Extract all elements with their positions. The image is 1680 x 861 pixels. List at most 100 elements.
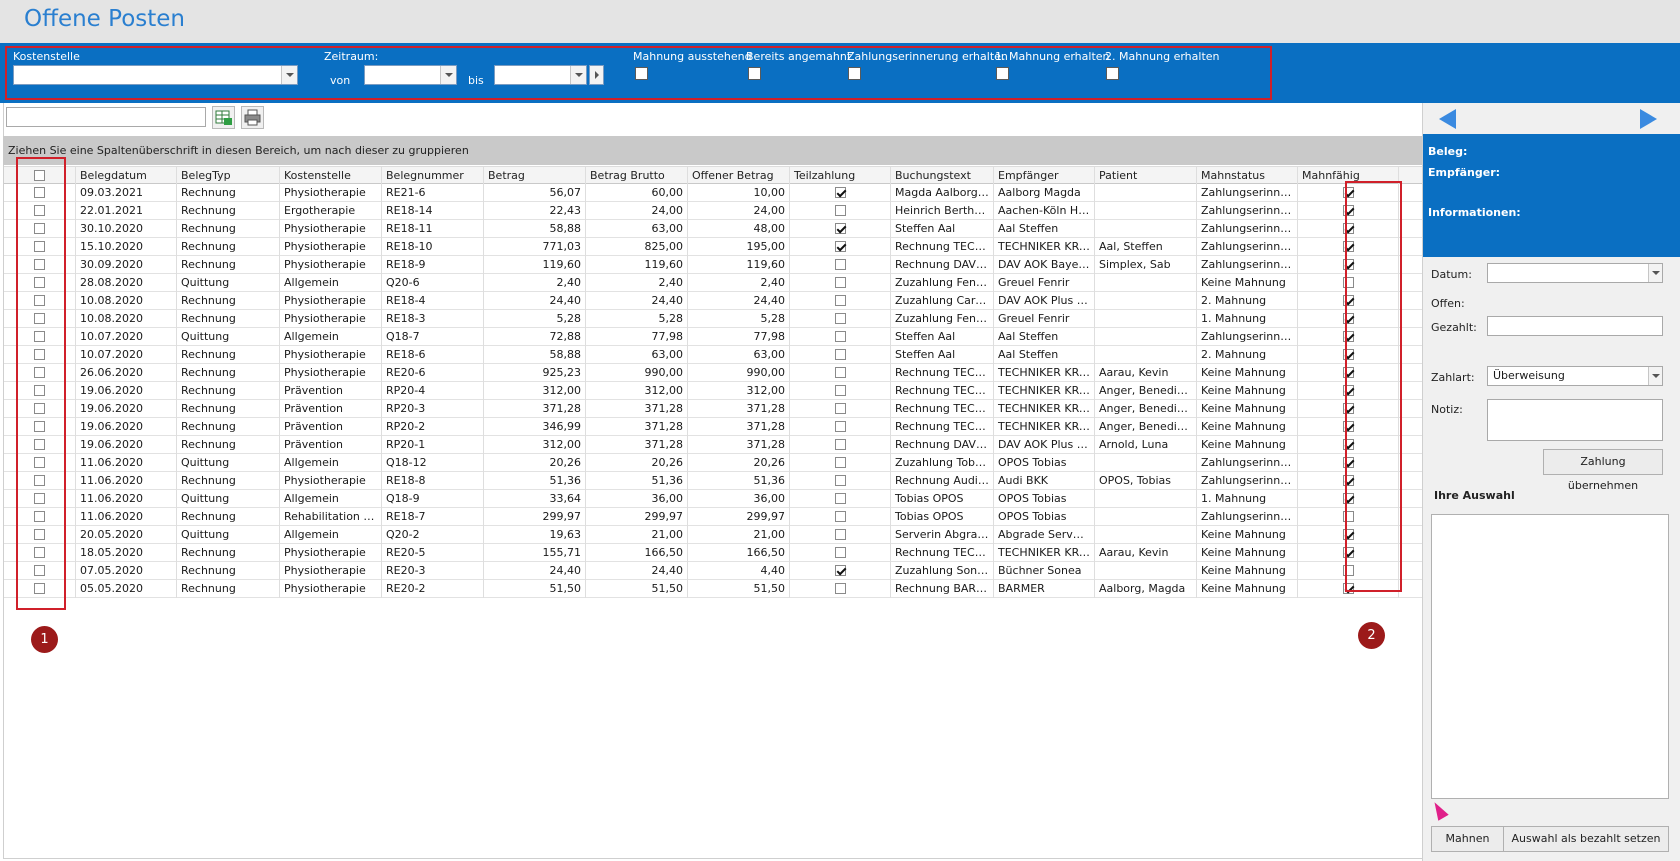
kostenstelle-combo[interactable] — [13, 65, 298, 85]
table-row[interactable]: 22.01.2021 Rechnung Ergotherapie RE18-14 22,… — [4, 202, 1422, 220]
teilzahlung-checkbox[interactable] — [834, 330, 846, 342]
table-row[interactable]: 10.07.2020 Rechnung Physiotherapie RE18-6 58… — [4, 346, 1422, 364]
von-label: von — [330, 74, 351, 87]
mahnen-button[interactable]: Mahnen — [1431, 826, 1504, 852]
column-header-empfaenger[interactable]: Empfänger — [994, 167, 1095, 185]
zahlart-combo[interactable]: Überweisung — [1487, 366, 1663, 386]
cell-teilzahlung — [790, 562, 891, 580]
filter-zahlungserinnerung-checkbox[interactable] — [848, 67, 861, 80]
grid-bottom-border — [3, 858, 1422, 859]
teilzahlung-checkbox[interactable] — [834, 276, 846, 288]
teilzahlung-checkbox[interactable] — [834, 582, 846, 594]
column-header-belegtyp[interactable]: BelegTyp — [177, 167, 280, 185]
cell-mahnstatus: Keine Mahnung — [1197, 562, 1298, 580]
table-row[interactable]: 10.08.2020 Rechnung Physiotherapie RE18-3 5,… — [4, 310, 1422, 328]
group-by-area[interactable]: Ziehen Sie eine Spaltenüberschrift in di… — [3, 136, 1422, 165]
table-row[interactable]: 15.10.2020 Rechnung Physiotherapie RE18-10 7… — [4, 238, 1422, 256]
table-row[interactable]: 30.09.2020 Rechnung Physiotherapie RE18-9 11… — [4, 256, 1422, 274]
selection-list[interactable] — [1431, 514, 1669, 799]
table-row[interactable]: 26.06.2020 Rechnung Physiotherapie RE20-6 92… — [4, 364, 1422, 382]
teilzahlung-checkbox[interactable] — [834, 492, 846, 504]
chevron-down-icon[interactable] — [440, 66, 456, 84]
table-row[interactable]: 30.10.2020 Rechnung Physiotherapie RE18-11 5… — [4, 220, 1422, 238]
teilzahlung-checkbox[interactable] — [834, 258, 846, 270]
column-header-betrag-brutto[interactable]: Betrag Brutto — [586, 167, 688, 185]
print-icon[interactable] — [241, 106, 264, 129]
cell-betrag: 22,43 — [484, 202, 586, 220]
bis-date-combo[interactable] — [494, 65, 587, 85]
next-period-button[interactable] — [589, 65, 604, 85]
table-row[interactable]: 09.03.2021 Rechnung Physiotherapie RE21-6 56… — [4, 184, 1422, 202]
cell-buchungstext: Rechnung TECHN... — [891, 544, 994, 562]
cell-offener-betrag: 36,00 — [688, 490, 790, 508]
chevron-down-icon[interactable] — [1648, 367, 1662, 385]
filter-bereits-angemahnt-checkbox[interactable] — [748, 67, 761, 80]
chevron-down-icon[interactable] — [1648, 264, 1662, 282]
teilzahlung-checkbox[interactable] — [834, 366, 846, 378]
column-header-patient[interactable]: Patient — [1095, 167, 1197, 185]
table-row[interactable]: 11.06.2020 Rechnung Physiotherapie RE18-8 51… — [4, 472, 1422, 490]
teilzahlung-checkbox[interactable] — [834, 456, 846, 468]
column-header-belegnummer[interactable]: Belegnummer — [382, 167, 484, 185]
teilzahlung-checkbox[interactable] — [834, 384, 846, 396]
column-header-betrag[interactable]: Betrag — [484, 167, 586, 185]
teilzahlung-checkbox[interactable] — [834, 294, 846, 306]
zahlung-uebernehmen-button[interactable]: Zahlung übernehmen — [1543, 449, 1663, 492]
teilzahlung-checkbox[interactable] — [834, 186, 846, 198]
column-header-kostenstelle[interactable]: Kostenstelle — [280, 167, 382, 185]
cell-empfaenger: DAV AOK Plus Sa... — [994, 436, 1095, 454]
cell-betrag-brutto: 21,00 — [586, 526, 688, 544]
teilzahlung-checkbox[interactable] — [834, 222, 846, 234]
filter-1-mahnung-checkbox[interactable] — [996, 67, 1009, 80]
cell-belegtyp: Rechnung — [177, 418, 280, 436]
datum-combo[interactable] — [1487, 263, 1663, 283]
previous-arrow-icon[interactable] — [1439, 109, 1456, 129]
gezahlt-input[interactable] — [1487, 316, 1663, 336]
cell-belegnummer: RE20-5 — [382, 544, 484, 562]
teilzahlung-checkbox[interactable] — [834, 528, 846, 540]
chevron-down-icon[interactable] — [570, 66, 586, 84]
table-row[interactable]: 28.08.2020 Quittung Allgemein Q20-6 2,40 2,40… — [4, 274, 1422, 292]
notiz-textarea[interactable] — [1487, 399, 1663, 441]
auswahl-bezahlt-button[interactable]: Auswahl als bezahlt setzen — [1503, 826, 1669, 852]
filter-mahnung-ausstehend-checkbox[interactable] — [635, 67, 648, 80]
column-header-mahnstatus[interactable]: Mahnstatus — [1197, 167, 1298, 185]
table-row[interactable]: 10.07.2020 Quittung Allgemein Q18-7 72,88 77,… — [4, 328, 1422, 346]
table-row[interactable]: 05.05.2020 Rechnung Physiotherapie RE20-2 51… — [4, 580, 1422, 598]
column-header-buchungstext[interactable]: Buchungstext — [891, 167, 994, 185]
teilzahlung-checkbox[interactable] — [834, 312, 846, 324]
column-header-belegdatum[interactable]: Belegdatum — [76, 167, 177, 185]
excel-export-icon[interactable] — [212, 106, 235, 129]
teilzahlung-checkbox[interactable] — [834, 402, 846, 414]
teilzahlung-checkbox[interactable] — [834, 546, 846, 558]
cell-offener-betrag: 4,40 — [688, 562, 790, 580]
filter-2-mahnung-checkbox[interactable] — [1106, 67, 1119, 80]
table-row[interactable]: 11.06.2020 Quittung Allgemein Q18-12 20,26 20… — [4, 454, 1422, 472]
cell-betrag-brutto: 371,28 — [586, 436, 688, 454]
table-row[interactable]: 19.06.2020 Rechnung Prävention RP20-2 346,99… — [4, 418, 1422, 436]
teilzahlung-checkbox[interactable] — [834, 510, 846, 522]
table-row[interactable]: 07.05.2020 Rechnung Physiotherapie RE20-3 24… — [4, 562, 1422, 580]
search-input[interactable] — [6, 107, 206, 127]
teilzahlung-checkbox[interactable] — [834, 420, 846, 432]
teilzahlung-checkbox[interactable] — [834, 564, 846, 576]
table-row[interactable]: 11.06.2020 Quittung Allgemein Q18-9 33,64 36,… — [4, 490, 1422, 508]
table-row[interactable]: 10.08.2020 Rechnung Physiotherapie RE18-4 24… — [4, 292, 1422, 310]
column-header-teilzahlung[interactable]: Teilzahlung — [790, 167, 891, 185]
column-header-offener-betrag[interactable]: Offener Betrag — [688, 167, 790, 185]
table-row[interactable]: 19.06.2020 Rechnung Prävention RP20-4 312,00… — [4, 382, 1422, 400]
teilzahlung-checkbox[interactable] — [834, 204, 846, 216]
chevron-down-icon[interactable] — [281, 66, 297, 84]
table-row[interactable]: 18.05.2020 Rechnung Physiotherapie RE20-5 15… — [4, 544, 1422, 562]
cell-kostenstelle: Physiotherapie — [280, 580, 382, 598]
teilzahlung-checkbox[interactable] — [834, 438, 846, 450]
von-date-combo[interactable] — [364, 65, 457, 85]
table-row[interactable]: 20.05.2020 Quittung Allgemein Q20-2 19,63 21,… — [4, 526, 1422, 544]
teilzahlung-checkbox[interactable] — [834, 240, 846, 252]
next-arrow-icon[interactable] — [1640, 109, 1657, 129]
teilzahlung-checkbox[interactable] — [834, 474, 846, 486]
teilzahlung-checkbox[interactable] — [834, 348, 846, 360]
table-row[interactable]: 19.06.2020 Rechnung Prävention RP20-3 371,28… — [4, 400, 1422, 418]
table-row[interactable]: 11.06.2020 Rechnung Rehabilitation üb... RE… — [4, 508, 1422, 526]
table-row[interactable]: 19.06.2020 Rechnung Prävention RP20-1 312,00… — [4, 436, 1422, 454]
